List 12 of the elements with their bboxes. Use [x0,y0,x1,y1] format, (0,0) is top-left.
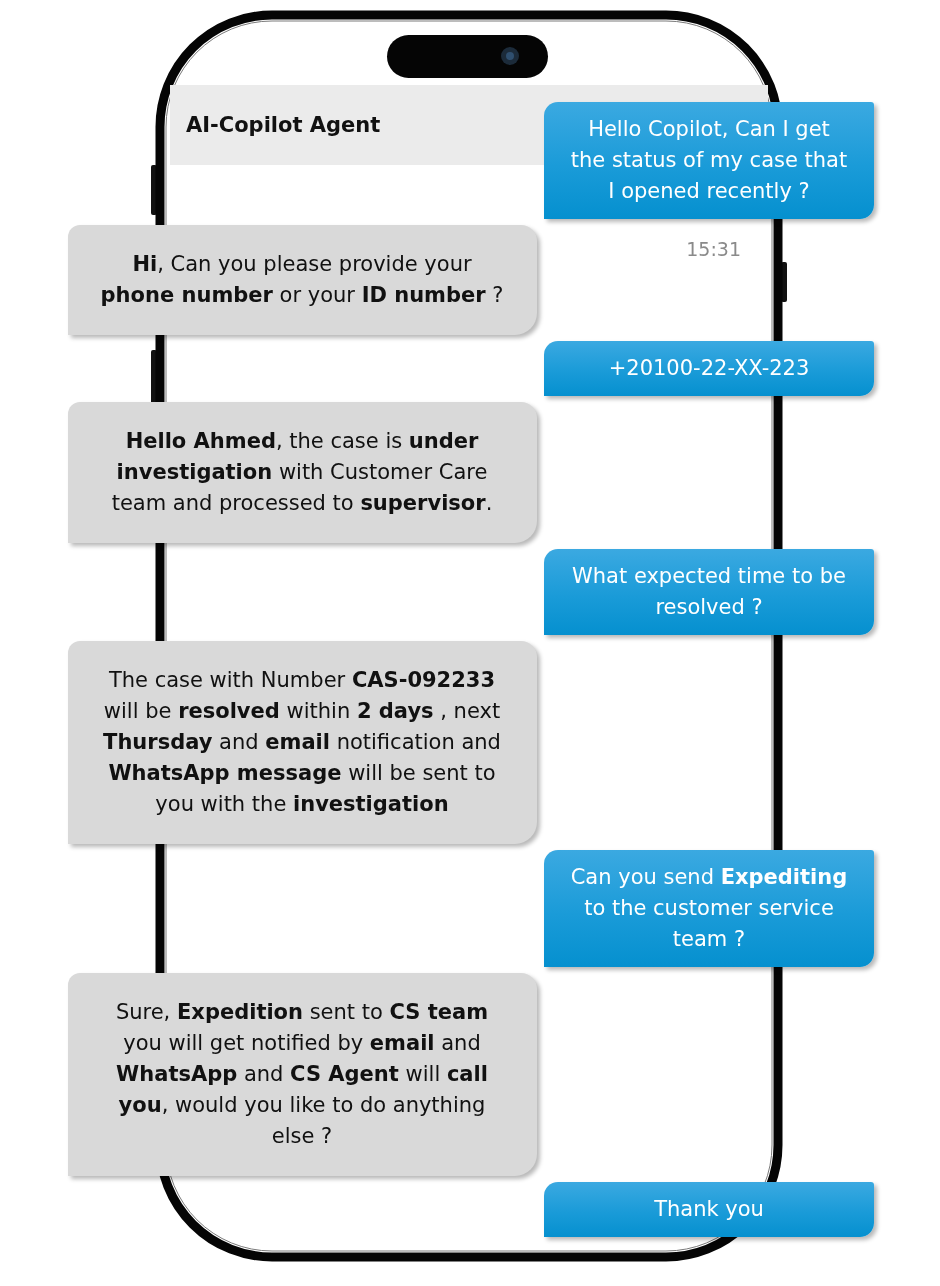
sent-message: What expected time to be resolved ? [544,549,874,635]
received-message: Sure, Expedition sent to CS team you will get notified by email and WhatsApp and CS Agent will call you, would you like to do anything else ? [68,973,537,1176]
sent-message: +20100-22-XX-223 [544,341,874,396]
received-message: Hello Ahmed, the case is under investigation with Customer Care team and processed to supervisor. [68,402,537,543]
agent-name: AI-Copilot Agent [186,113,381,137]
sent-message: Can you send Expediting to the customer service team ? [544,850,874,967]
message-time: 15:31 [686,237,741,261]
received-message: Hi, Can you please provide your phone number or your ID number ? [68,225,537,335]
camera-notch-icon [387,35,548,78]
sent-message: Thank you [544,1182,874,1237]
received-message: The case with Number CAS-092233 will be resolved within 2 days , next Thursday and email notification and WhatsApp message will be sent to you with the investigation [68,641,537,844]
sent-message: Hello Copilot, Can I get the status of my case that I opened recently ? [544,102,874,219]
